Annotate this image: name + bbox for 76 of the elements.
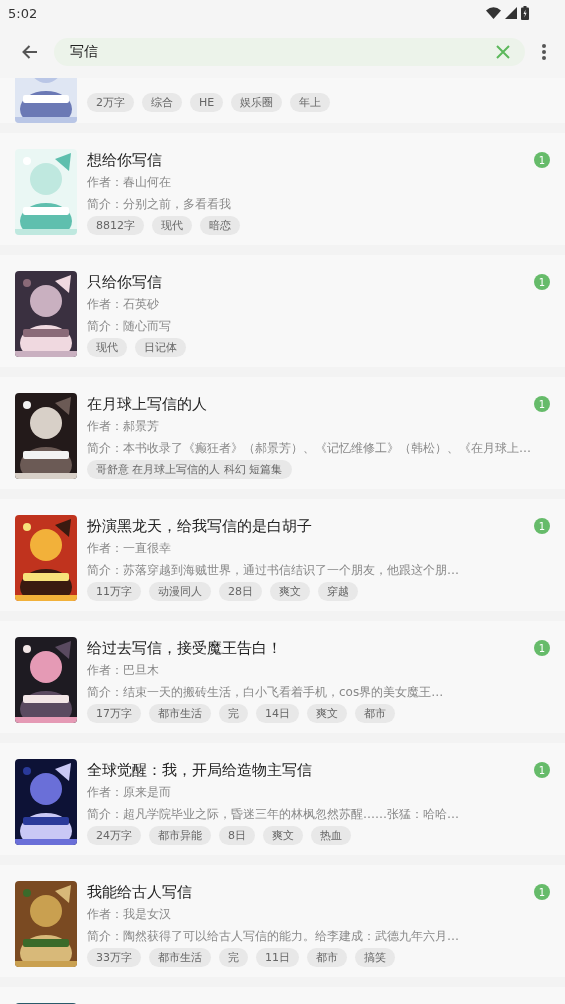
tag: 14日: [256, 704, 299, 723]
battery-icon: [521, 6, 529, 20]
tag: 爽文: [263, 826, 303, 845]
tag: 现代: [152, 216, 192, 235]
intro-text: 简介：超凡学院毕业之际，昏迷三年的林枫忽然苏醒……张猛：哈哈…: [87, 806, 460, 823]
count-badge: 1: [534, 884, 550, 900]
book-card[interactable]: 给过去写信，接受魔王告白！ 1 作者：巴旦木 简介：结束一天的搬砖生活，白小飞看着手机，cos界的美女魔王… 17万字 都市生活 完 14日 爽文 都市: [0, 621, 565, 733]
tag: 17万字: [87, 704, 141, 723]
intro-text: 简介：分别之前，多看看我: [87, 196, 232, 213]
tag: 11日: [256, 948, 299, 967]
tag: 日记体: [135, 338, 186, 357]
tag: 8日: [219, 826, 255, 845]
author-text: 作者：一直很幸: [87, 540, 172, 557]
tag: 爽文: [307, 704, 347, 723]
tag: 爽文: [270, 582, 310, 601]
wifi-icon: [486, 7, 501, 19]
tag: 完: [219, 948, 248, 967]
tag: 暗恋: [200, 216, 240, 235]
book-card[interactable]: 想给你写信 1 作者：春山何在 简介：分别之前，多看看我 8812字 现代 暗恋: [0, 133, 565, 245]
search-field[interactable]: 写信: [54, 38, 525, 66]
book-title: 在月球上写信的人: [87, 394, 207, 414]
close-icon: [495, 44, 511, 60]
tag: 年上: [290, 93, 331, 112]
intro-text: 简介：随心而写: [87, 318, 172, 335]
tag: 都市: [307, 948, 347, 967]
tag: 28日: [219, 582, 262, 601]
count-badge: 1: [534, 274, 550, 290]
tag: 完: [219, 704, 248, 723]
book-title: 给过去写信，接受魔王告白！: [87, 638, 282, 658]
count-badge: 1: [534, 518, 550, 534]
count-badge: 1: [534, 396, 550, 412]
count-badge: 1: [534, 640, 550, 656]
tag: 2万字: [87, 93, 134, 112]
tag: 都市生活: [149, 704, 211, 723]
author-text: 作者：原来是而: [87, 784, 172, 801]
signal-icon: [505, 7, 517, 19]
book-card[interactable]: 全球觉醒：我，开局给造物主写信 1 作者：原来是而 简介：超凡学院毕业之际，昏迷三年的林枫忽然苏醒……张猛：哈哈… 24万字 都市异能 8日 爽文 热血: [0, 743, 565, 855]
tag: HE: [190, 93, 224, 112]
book-title: 扮演黑龙天，给我写信的是白胡子: [87, 516, 312, 536]
author-text: 作者：春山何在: [87, 174, 172, 191]
tag: 穿越: [318, 582, 358, 601]
tag: 搞笑: [355, 948, 395, 967]
book-card[interactable]: 扮演黑龙天，给我写信的是白胡子 1 作者：一直很幸 简介：苏落穿越到海贼世界，通过书信结识了一个朋友，他跟这个朋… 11万字 动漫同人 28日 爽文 穿越: [0, 499, 565, 611]
book-card[interactable]: 在月球上写信的人 1 作者：郝景芳 简介：本书收录了《癫狂者》（郝景芳）、《记忆维修工》（韩松）、《在月球上… 哥舒意 在月球上写信的人 科幻 短篇集: [0, 377, 565, 489]
tag: 动漫同人: [149, 582, 211, 601]
intro-text: 简介：本书收录了《癫狂者》（郝景芳）、《记忆维修工》（韩松）、《在月球上…: [87, 440, 532, 457]
tag: 现代: [87, 338, 127, 357]
tag: 11万字: [87, 582, 141, 601]
tag: 热血: [311, 826, 351, 845]
author-text: 作者：石英砂: [87, 296, 160, 313]
more-icon: [541, 43, 547, 61]
tag: 哥舒意 在月球上写信的人 科幻 短篇集: [87, 460, 292, 479]
author-text: 作者：我是女汉: [87, 906, 172, 923]
author-text: 作者：巴旦木: [87, 662, 160, 679]
count-badge: 1: [534, 152, 550, 168]
book-card[interactable]: 我能给古人写信 1 作者：我是女汉 简介：陶然获得了可以给古人写信的能力。给李建成：武德九年六月… 33万字 都市生活 完 11日 都市 搞笑: [0, 865, 565, 977]
book-title: 我能给古人写信: [87, 882, 192, 902]
count-badge: 1: [534, 762, 550, 778]
tag: 都市: [355, 704, 395, 723]
tag: 8812字: [87, 216, 144, 235]
tag: 33万字: [87, 948, 141, 967]
book-title: 只给你写信: [87, 272, 162, 292]
time: 5:02: [8, 5, 38, 21]
book-card[interactable]: 只给你写信 1 作者：石英砂 简介：随心而写 现代 日记体: [0, 255, 565, 367]
tag: 都市异能: [149, 826, 211, 845]
intro-text: 简介：苏落穿越到海贼世界，通过书信结识了一个朋友，他跟这个朋…: [87, 562, 460, 579]
tag: 24万字: [87, 826, 141, 845]
tag: 综合: [142, 93, 182, 112]
book-title: 全球觉醒：我，开局给造物主写信: [87, 760, 312, 780]
book-card[interactable]: 2万字 综合 HE 娱乐圈 年上: [0, 78, 565, 123]
author-text: 作者：郝景芳: [87, 418, 160, 435]
book-title: 想给你写信: [87, 150, 162, 170]
tag: 都市生活: [149, 948, 211, 967]
intro-text: 简介：结束一天的搬砖生活，白小飞看着手机，cos界的美女魔王…: [87, 684, 445, 701]
intro-text: 简介：陶然获得了可以给古人写信的能力。给李建成：武德九年六月…: [87, 928, 460, 945]
tag: 娱乐圈: [231, 93, 283, 112]
